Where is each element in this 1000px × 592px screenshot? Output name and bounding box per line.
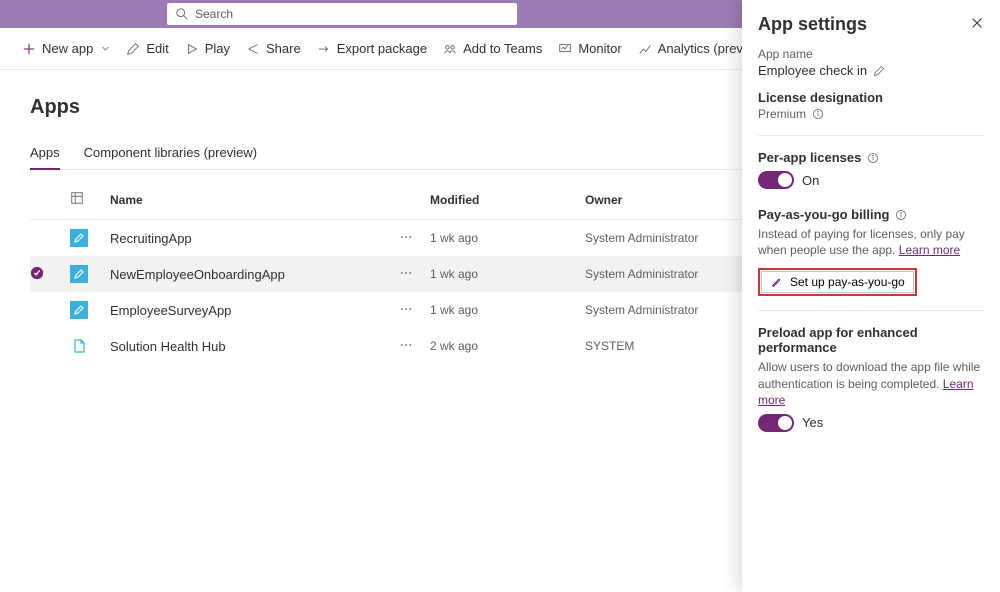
more-icon — [400, 267, 412, 279]
more-icon — [400, 231, 412, 243]
owner-cell: System Administrator — [585, 267, 755, 281]
play-icon — [185, 42, 199, 56]
new-app-button[interactable]: New app — [22, 41, 110, 56]
search-placeholder: Search — [195, 7, 233, 21]
col-owner[interactable]: Owner — [585, 193, 755, 207]
payg-desc: Instead of paying for licenses, only pay… — [758, 226, 984, 258]
pencil-icon — [126, 42, 140, 56]
tab-component-libraries[interactable]: Component libraries (preview) — [84, 145, 257, 169]
canvas-app-icon — [70, 265, 88, 283]
modified-cell: 2 wk ago — [430, 339, 585, 353]
info-icon[interactable] — [867, 152, 879, 164]
toggle-switch — [758, 414, 794, 432]
modified-cell: 1 wk ago — [430, 231, 585, 245]
per-app-toggle[interactable]: On — [758, 171, 984, 189]
edit-button[interactable]: Edit — [126, 41, 168, 56]
search-icon — [175, 7, 189, 21]
preload-toggle[interactable]: Yes — [758, 414, 984, 432]
more-icon — [400, 303, 412, 315]
export-icon — [317, 42, 331, 56]
app-name-cell[interactable]: NewEmployeeOnboardingApp — [110, 267, 400, 282]
panel-title: App settings — [758, 14, 867, 35]
monitor-icon — [558, 42, 572, 56]
app-name-cell[interactable]: RecruitingApp — [110, 231, 400, 246]
col-modified[interactable]: Modified — [430, 193, 585, 207]
owner-cell: System Administrator — [585, 231, 755, 245]
app-name-cell[interactable]: EmployeeSurveyApp — [110, 303, 400, 318]
more-actions-button[interactable] — [400, 303, 430, 318]
canvas-app-icon — [70, 301, 88, 319]
tab-apps[interactable]: Apps — [30, 145, 60, 170]
payg-learn-more-link[interactable]: Learn more — [899, 243, 960, 257]
search-input[interactable]: Search — [167, 3, 517, 25]
chevron-down-icon — [101, 44, 110, 53]
pencil-icon[interactable] — [873, 65, 885, 77]
license-value: Premium — [758, 107, 806, 121]
app-name-cell[interactable]: Solution Health Hub — [110, 339, 400, 354]
col-name[interactable]: Name — [110, 193, 400, 207]
more-actions-button[interactable] — [400, 231, 430, 246]
more-actions-button[interactable] — [400, 267, 430, 282]
analytics-icon — [638, 42, 652, 56]
toggle-switch — [758, 171, 794, 189]
play-button[interactable]: Play — [185, 41, 230, 56]
export-package-button[interactable]: Export package — [317, 41, 427, 56]
modified-cell: 1 wk ago — [430, 267, 585, 281]
wrench-icon — [770, 275, 784, 289]
setup-payg-button[interactable]: Set up pay-as-you-go — [761, 271, 914, 293]
owner-cell: System Administrator — [585, 303, 755, 317]
close-button[interactable] — [970, 16, 984, 33]
payg-highlight: Set up pay-as-you-go — [758, 268, 917, 296]
payg-title: Pay-as-you-go billing — [758, 207, 984, 222]
per-app-licenses-title: Per-app licenses — [758, 150, 984, 165]
add-to-teams-button[interactable]: Add to Teams — [443, 41, 542, 56]
monitor-button[interactable]: Monitor — [558, 41, 621, 56]
more-icon — [400, 339, 412, 351]
teams-icon — [443, 42, 457, 56]
solution-icon — [70, 337, 88, 355]
preload-desc: Allow users to download the app file whi… — [758, 359, 984, 408]
close-icon — [970, 16, 984, 30]
owner-cell: SYSTEM — [585, 339, 755, 353]
more-actions-button[interactable] — [400, 339, 430, 354]
app-name-value: Employee check in — [758, 63, 867, 78]
modified-cell: 1 wk ago — [430, 303, 585, 317]
layout-icon[interactable] — [70, 191, 110, 208]
info-icon[interactable] — [895, 209, 907, 221]
checkmark-icon — [30, 266, 44, 280]
info-icon[interactable] — [812, 108, 824, 120]
app-name-label: App name — [758, 47, 984, 61]
canvas-app-icon — [70, 229, 88, 247]
preload-title: Preload app for enhanced performance — [758, 325, 984, 355]
license-label: License designation — [758, 90, 984, 105]
plus-icon — [22, 42, 36, 56]
app-settings-panel: App settings App name Employee check in … — [742, 0, 1000, 592]
share-icon — [246, 42, 260, 56]
share-button[interactable]: Share — [246, 41, 301, 56]
